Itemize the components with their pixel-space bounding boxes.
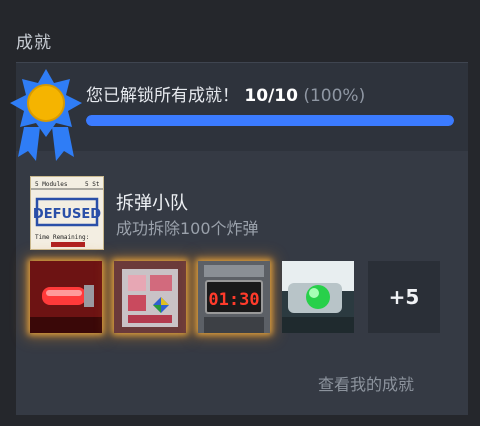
view-my-achievements-link[interactable]: 查看我的成就 — [318, 371, 414, 395]
achievements-section-title: 成就 — [16, 33, 52, 53]
defused-logo-icon: 5 Modules 5 St DEFUSED Time Remaining: — [31, 177, 103, 249]
thumb-top-left: 5 Modules — [35, 181, 68, 188]
timer-readout: 01:30 — [208, 290, 259, 310]
progress-message: 您已解锁所有成就！ — [86, 86, 239, 106]
thumb-footer: Time Remaining: — [35, 234, 89, 241]
green-button-device-icon — [282, 261, 354, 333]
bomb-module-panel-icon — [114, 261, 186, 333]
game-thumbnail[interactable]: 5 Modules 5 St DEFUSED Time Remaining: — [30, 176, 104, 250]
achievement-tile[interactable] — [30, 261, 102, 333]
achievement-tile[interactable]: 01:30 — [198, 261, 270, 333]
achievement-tile[interactable] — [282, 261, 354, 333]
achievement-tile[interactable] — [114, 261, 186, 333]
progress-bar — [86, 115, 454, 126]
game-achievement-description: 成功拆除100个炸弹 — [116, 219, 259, 238]
achievements-panel: 您已解锁所有成就！ 10/10 (100%) 5 Modules 5 St DE… — [10, 62, 468, 415]
thumb-stamp: DEFUSED — [33, 207, 101, 222]
bomb-timer-display-icon: 01:30 — [198, 261, 270, 333]
game-title[interactable]: 拆弹小队 — [116, 189, 188, 215]
thumb-top-right: 5 St — [85, 181, 100, 188]
progress-summary: 您已解锁所有成就！ 10/10 (100%) — [86, 81, 365, 106]
progress-percent: (100%) — [303, 86, 366, 106]
progress-count: 10/10 — [244, 86, 298, 106]
progress-bar-fill — [86, 115, 454, 126]
more-achievements-button[interactable]: +5 — [368, 261, 440, 333]
red-alarm-light-icon — [30, 261, 102, 333]
medal-icon — [10, 69, 82, 161]
